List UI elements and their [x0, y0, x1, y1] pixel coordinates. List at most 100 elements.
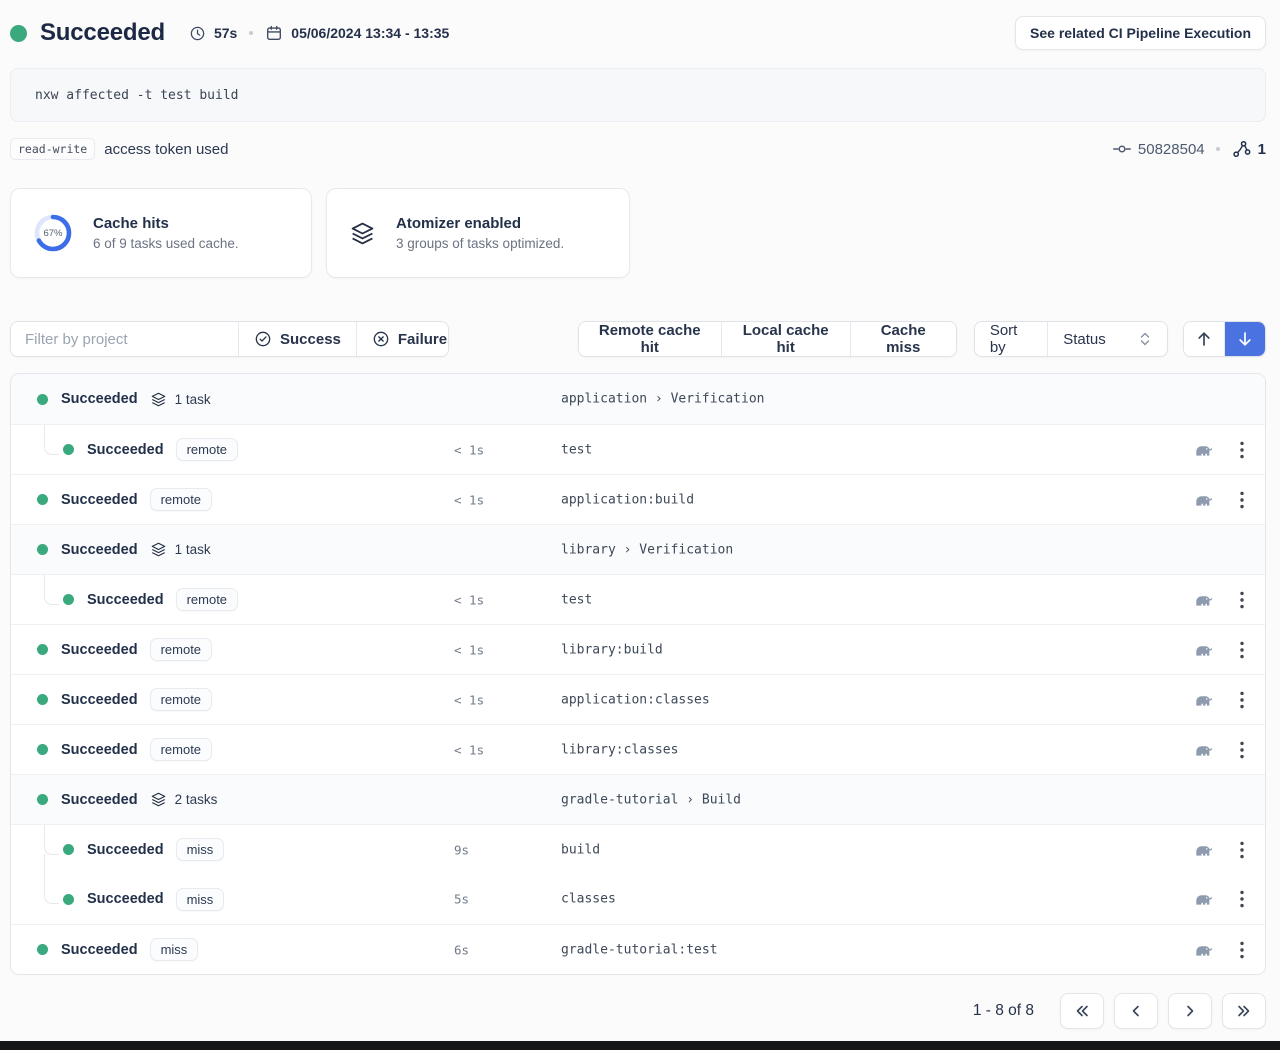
- related-pipeline-button[interactable]: See related CI Pipeline Execution: [1015, 16, 1266, 50]
- gradle-elephant-icon: [1194, 942, 1213, 957]
- kebab-menu-button[interactable]: [1235, 486, 1249, 514]
- task-target: application:classes: [561, 692, 710, 707]
- cache-hits-subtitle: 6 of 9 tasks used cache.: [93, 236, 239, 251]
- cache-status-badge: remote: [176, 588, 238, 611]
- task-group-row[interactable]: Succeeded 1 task application › Verificat…: [11, 374, 1265, 424]
- separator-dot: [1216, 147, 1220, 151]
- gradle-elephant-icon: [1194, 742, 1213, 757]
- task-row[interactable]: Succeeded remote < 1s library:classes: [11, 724, 1265, 774]
- gradle-elephant-icon: [1194, 442, 1213, 457]
- last-page-button[interactable]: [1222, 993, 1266, 1029]
- project-filter-input[interactable]: [11, 322, 238, 356]
- cache-status-badge: remote: [150, 688, 212, 711]
- kebab-menu-button[interactable]: [1235, 636, 1249, 664]
- access-token-label: access token used: [104, 141, 228, 158]
- task-target: classes: [561, 892, 616, 907]
- atomizer-group-icon: [150, 391, 167, 408]
- status-label: Succeeded: [87, 442, 164, 458]
- status-label: Succeeded: [61, 742, 138, 758]
- task-duration: < 1s: [454, 742, 484, 757]
- access-token-badge: read-write: [10, 138, 95, 160]
- task-group-row[interactable]: Succeeded 2 tasks gradle-tutorial › Buil…: [11, 774, 1265, 824]
- run-header: Succeeded 57s 05/06/2024 13:34 - 13:35 S…: [10, 15, 1266, 51]
- gradle-elephant-icon: [1194, 892, 1213, 907]
- status-dot: [37, 944, 48, 955]
- task-duration: < 1s: [454, 692, 484, 707]
- kebab-menu-button[interactable]: [1235, 885, 1249, 913]
- status-label: Succeeded: [61, 391, 138, 407]
- project-filter-group: Success Failures: [10, 321, 449, 357]
- gradle-elephant-icon: [1194, 492, 1213, 507]
- task-target: library:classes: [561, 742, 678, 757]
- check-circle-icon: [254, 330, 272, 348]
- separator-dot: [249, 31, 253, 35]
- task-duration: 5s: [454, 892, 469, 907]
- sort-direction-group: [1183, 321, 1266, 357]
- kebab-menu-button[interactable]: [1235, 736, 1249, 764]
- kebab-menu-button[interactable]: [1235, 836, 1249, 864]
- cache-hit-ring: 67%: [33, 213, 73, 253]
- task-duration: 6s: [454, 942, 469, 957]
- status-dot: [37, 794, 48, 805]
- failures-filter-label: Failures: [398, 331, 449, 348]
- task-duration: < 1s: [454, 442, 484, 457]
- calendar-icon: [265, 24, 283, 42]
- remote-cache-hit-button[interactable]: Remote cache hit: [579, 322, 721, 356]
- cache-hits-card[interactable]: 67% Cache hits 6 of 9 tasks used cache.: [10, 188, 312, 278]
- pagination: 1 - 8 of 8: [10, 993, 1266, 1029]
- commit-id[interactable]: 50828504: [1138, 141, 1205, 158]
- commit-icon: [1113, 142, 1131, 156]
- task-target: library:build: [561, 642, 663, 657]
- gradle-elephant-icon: [1194, 642, 1213, 657]
- task-duration: 9s: [454, 842, 469, 857]
- cache-filter-group: Remote cache hit Local cache hit Cache m…: [578, 321, 957, 357]
- kebab-menu-button[interactable]: [1235, 436, 1249, 464]
- project-target-label: library › Verification: [561, 542, 733, 557]
- task-group-row[interactable]: Succeeded 1 task library › Verification: [11, 524, 1265, 574]
- run-duration: 57s: [214, 25, 237, 41]
- task-row[interactable]: Succeeded miss 6s gradle-tutorial:test: [11, 924, 1265, 974]
- project-target-label: gradle-tutorial › Build: [561, 792, 741, 807]
- task-row[interactable]: Succeeded remote < 1s test: [11, 424, 1265, 474]
- kebab-menu-button[interactable]: [1235, 586, 1249, 614]
- atomizer-card[interactable]: Atomizer enabled 3 groups of tasks optim…: [326, 188, 630, 278]
- cache-miss-button[interactable]: Cache miss: [850, 322, 956, 356]
- failures-filter-button[interactable]: Failures: [356, 322, 449, 356]
- layers-icon: [349, 220, 376, 247]
- kebab-menu-button[interactable]: [1235, 686, 1249, 714]
- status-label: Succeeded: [87, 891, 164, 907]
- local-cache-hit-button[interactable]: Local cache hit: [721, 322, 850, 356]
- sort-selected-value: Status: [1063, 331, 1106, 348]
- sort-ascending-button[interactable]: [1184, 322, 1225, 356]
- kebab-menu-button[interactable]: [1235, 936, 1249, 964]
- next-page-button[interactable]: [1168, 993, 1212, 1029]
- status-label: Succeeded: [61, 642, 138, 658]
- previous-page-button[interactable]: [1114, 993, 1158, 1029]
- cache-miss-label: Cache miss: [866, 322, 941, 356]
- status-label: Succeeded: [61, 692, 138, 708]
- task-duration: < 1s: [454, 642, 484, 657]
- task-row[interactable]: Succeeded remote < 1s application:build: [11, 474, 1265, 524]
- task-duration: < 1s: [454, 592, 484, 607]
- task-target: gradle-tutorial:test: [561, 942, 718, 957]
- sort-select[interactable]: Status: [1047, 322, 1166, 356]
- status-label: Succeeded: [61, 942, 138, 958]
- task-row[interactable]: Succeeded miss 9s build: [11, 824, 1265, 874]
- gradle-elephant-icon: [1194, 592, 1213, 607]
- task-count: 1 task: [175, 542, 211, 557]
- task-row[interactable]: Succeeded remote < 1s test: [11, 574, 1265, 624]
- tree-connector: [44, 425, 59, 455]
- cache-status-badge: miss: [176, 838, 225, 861]
- cache-hits-title: Cache hits: [93, 215, 239, 232]
- success-filter-button[interactable]: Success: [238, 322, 356, 356]
- summary-cards: 67% Cache hits 6 of 9 tasks used cache. …: [10, 188, 1266, 278]
- atomizer-title: Atomizer enabled: [396, 215, 564, 232]
- status-dot: [10, 25, 27, 42]
- sort-descending-button[interactable]: [1224, 322, 1265, 356]
- first-page-button[interactable]: [1060, 993, 1104, 1029]
- task-row[interactable]: Succeeded miss 5s classes: [11, 874, 1265, 924]
- task-row[interactable]: Succeeded remote < 1s application:classe…: [11, 674, 1265, 724]
- token-row: read-write access token used 50828504 1: [10, 137, 1266, 161]
- task-target: application:build: [561, 492, 694, 507]
- task-row[interactable]: Succeeded remote < 1s library:build: [11, 624, 1265, 674]
